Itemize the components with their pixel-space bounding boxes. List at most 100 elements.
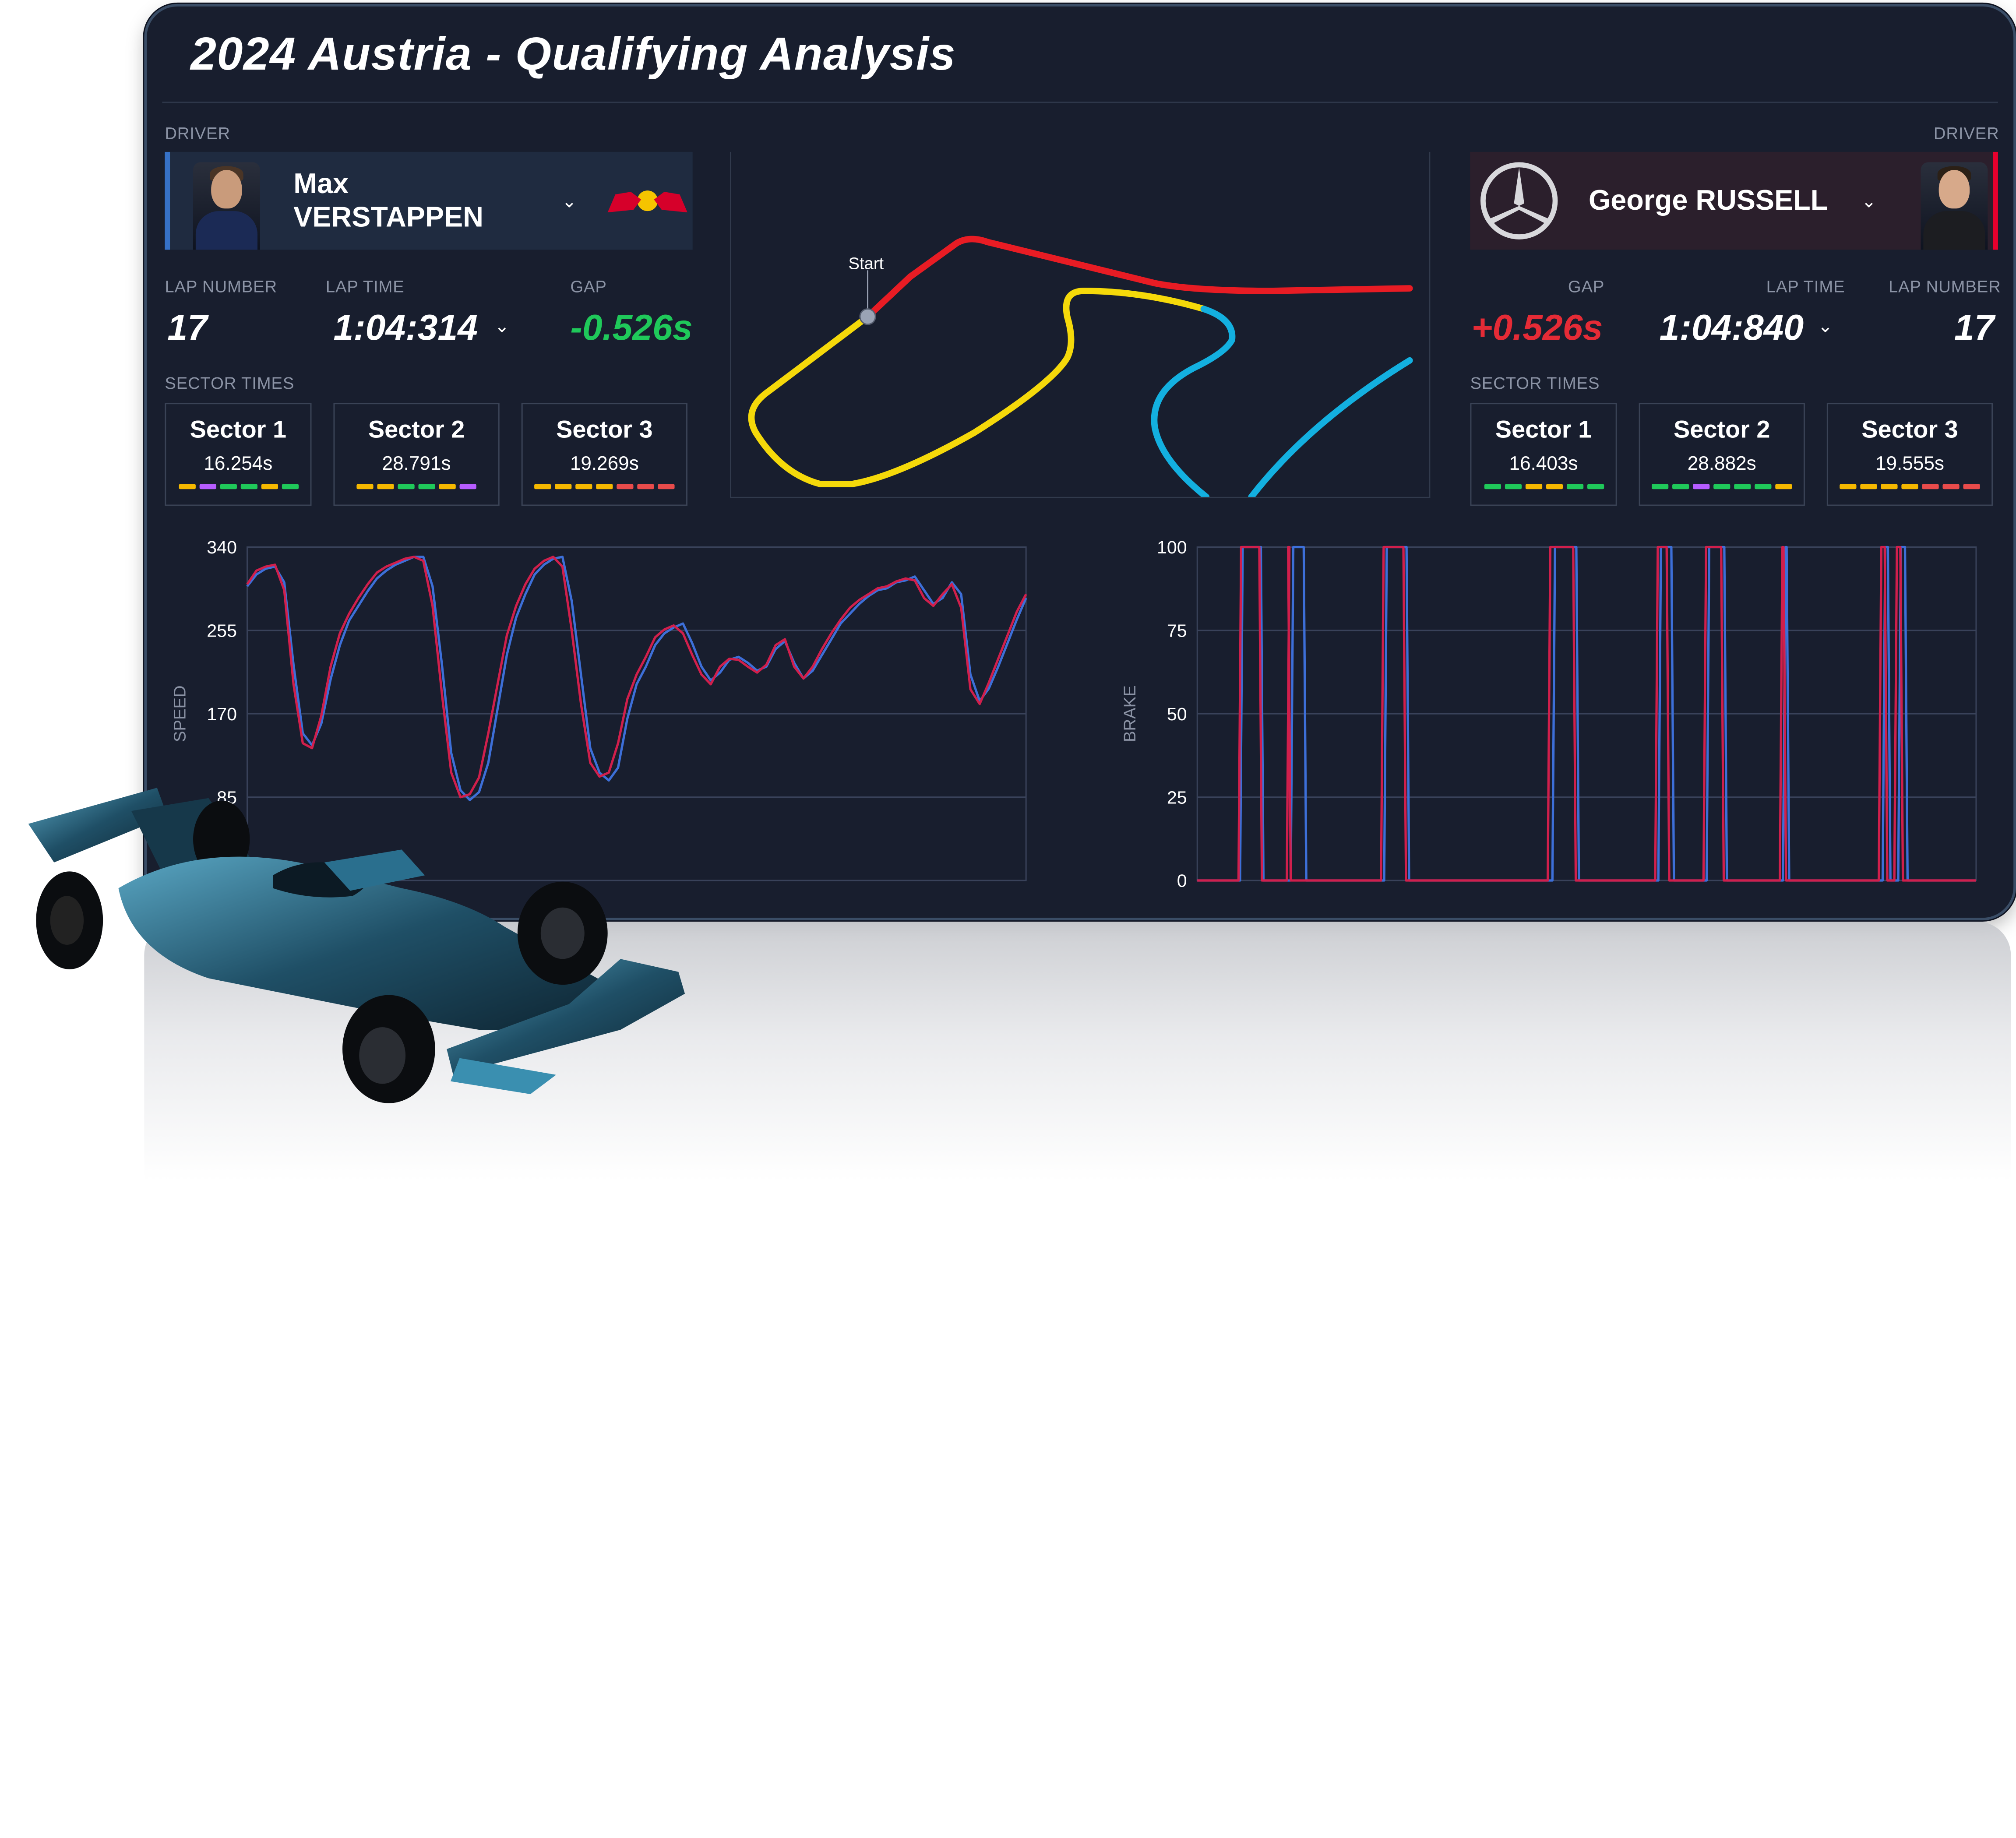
minisector-segment	[1672, 484, 1689, 489]
minisector-segment	[1566, 484, 1583, 489]
minisector-segment	[1901, 484, 1918, 489]
minisector-segment	[1755, 484, 1772, 489]
minisector-bar	[1828, 484, 1991, 489]
minisector-segment	[1504, 484, 1521, 489]
left-lap-time-label: LAP TIME	[325, 277, 405, 296]
title-divider	[162, 102, 1998, 103]
left-lap-time-chevron-icon[interactable]: ⌄	[494, 315, 509, 337]
sector-card: Sector 3 19.269s	[521, 403, 687, 506]
minisector-segment	[637, 484, 654, 489]
minisector-segment	[1840, 484, 1857, 489]
minisector-segment	[596, 484, 613, 489]
minisector-segment	[1860, 484, 1877, 489]
minisector-segment	[1922, 484, 1939, 489]
right-sector-times-label: SECTOR TIMES	[1470, 373, 1600, 393]
y-tick-label: 170	[207, 704, 237, 724]
left-lap-time[interactable]: 1:04:314	[333, 308, 478, 349]
minisector-segment	[534, 484, 551, 489]
y-tick-label: 0	[1177, 871, 1187, 891]
y-tick-label: 100	[1157, 537, 1187, 557]
y-tick-label: 75	[1167, 621, 1187, 641]
minisector-segment	[1693, 484, 1710, 489]
minisector-segment	[1734, 484, 1751, 489]
minisector-bar	[523, 484, 686, 489]
left-driver-name: Max VERSTAPPEN	[293, 167, 483, 233]
minisector-bar	[335, 484, 498, 489]
start-label: Start	[848, 254, 884, 273]
track-sector-1	[864, 236, 1413, 320]
left-gap-value: -0.526s	[570, 307, 693, 348]
y-tick-label: 255	[207, 621, 237, 641]
sector-time: 28.882s	[1687, 453, 1756, 475]
right-lap-time-label: LAP TIME	[1766, 277, 1845, 296]
left-lap-number: 17	[167, 307, 208, 348]
right-driver-selector[interactable]: George RUSSELL ⌄	[1470, 151, 1998, 250]
sector-title: Sector 2	[368, 417, 465, 444]
brake-chart: 0 25 50 75 100 BRAKE	[1121, 537, 1977, 891]
mercedes-logo-icon	[1480, 162, 1558, 239]
sector-time: 19.555s	[1875, 453, 1944, 475]
left-driver-selector[interactable]: Max VERSTAPPEN ⌄	[165, 151, 693, 250]
minisector-segment	[439, 484, 456, 489]
sector-time: 16.254s	[204, 453, 273, 475]
right-driver-name: George RUSSELL	[1588, 184, 1828, 216]
sector-time: 16.403s	[1509, 453, 1578, 475]
sector-title: Sector 2	[1674, 417, 1770, 444]
minisector-segment	[418, 484, 435, 489]
y-tick-label: 25	[1167, 787, 1187, 807]
minisector-segment	[1963, 484, 1980, 489]
minisector-segment	[1652, 484, 1669, 489]
right-lap-time[interactable]: 1:04:840	[1660, 308, 1804, 349]
left-sector-times-label: SECTOR TIMES	[165, 373, 295, 393]
minisector-segment	[1545, 484, 1562, 489]
page-title: 2024 Austria - Qualifying Analysis	[190, 27, 956, 80]
chevron-down-icon[interactable]: ⌄	[562, 190, 577, 212]
sector-title: Sector 1	[1495, 417, 1592, 444]
right-lap-time-chevron-icon[interactable]: ⌄	[1818, 315, 1833, 337]
minisector-segment	[1942, 484, 1960, 489]
y-tick-label: 50	[1167, 704, 1187, 724]
minisector-segment	[617, 484, 634, 489]
minisector-segment	[281, 484, 298, 489]
right-lap-number: 17	[1954, 307, 1995, 348]
left-driver-label: DRIVER	[165, 123, 231, 143]
minisector-bar	[1640, 484, 1804, 489]
sector-card: Sector 1 16.254s	[165, 403, 312, 506]
f1-car-illustration	[28, 788, 685, 1103]
minisector-bar	[1471, 484, 1615, 489]
red-bull-logo-icon	[607, 190, 687, 213]
right-lap-number-label: LAP NUMBER	[1888, 277, 2001, 296]
sector-time: 28.791s	[382, 453, 451, 475]
right-driver-label: DRIVER	[1933, 123, 1999, 143]
sector-title: Sector 1	[190, 417, 287, 444]
minisector-segment	[356, 484, 374, 489]
right-gap-value: +0.526s	[1471, 307, 1603, 348]
y-axis-title: SPEED	[170, 685, 189, 742]
sector-card: Sector 2 28.791s	[333, 403, 500, 506]
series-line-1	[246, 556, 1027, 799]
minisector-segment	[261, 484, 278, 489]
verstappen-avatar	[193, 162, 260, 250]
series-line-0	[246, 556, 1027, 801]
minisector-segment	[658, 484, 675, 489]
sector-title: Sector 3	[556, 417, 653, 444]
minisector-segment	[1586, 484, 1604, 489]
minisector-segment	[178, 484, 195, 489]
track-sector-2	[748, 288, 1207, 487]
sector-card: Sector 3 19.555s	[1826, 403, 1993, 506]
minisector-segment	[199, 484, 216, 489]
minisector-segment	[555, 484, 572, 489]
track-map: Start	[748, 236, 1413, 497]
minisector-segment	[575, 484, 592, 489]
sector-card: Sector 1 16.403s	[1470, 403, 1617, 506]
minisector-segment	[398, 484, 415, 489]
russell-avatar	[1920, 162, 1988, 250]
track-sector-3	[1151, 306, 1413, 497]
y-tick-label: 340	[207, 537, 237, 557]
y-axis-title: BRAKE	[1121, 685, 1139, 742]
chevron-down-icon[interactable]: ⌄	[1861, 190, 1876, 212]
minisector-segment	[1775, 484, 1792, 489]
minisector-segment	[1525, 484, 1542, 489]
minisector-segment	[1713, 484, 1731, 489]
minisector-segment	[459, 484, 476, 489]
